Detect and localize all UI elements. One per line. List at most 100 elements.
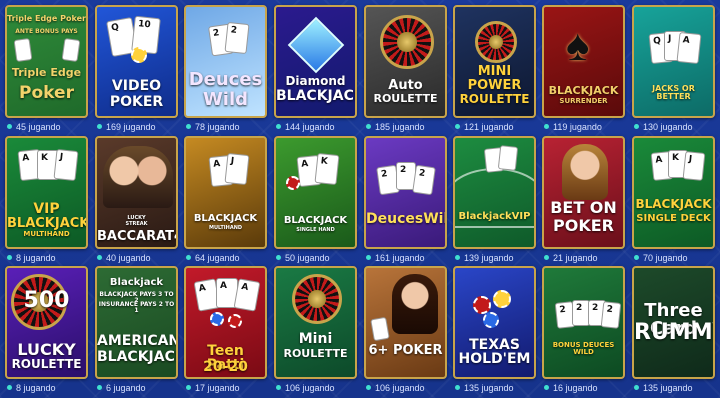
game-title-text: BLACKJACK	[283, 215, 348, 226]
game-thumbnail[interactable]: Q J A JACKS OR BETTER	[632, 5, 715, 118]
game-title-text: 6+ POKER	[368, 343, 443, 358]
player-count: 6 jugando	[95, 382, 178, 393]
online-dot-icon	[97, 124, 102, 129]
game-tile[interactable]: Q 10 VIDEO POKER 169 jugando	[95, 5, 178, 132]
game-tile[interactable]: Diamond BLACKJACK 144 jugando	[274, 5, 357, 132]
game-tile[interactable]: A K BLACKJACK SINGLE HAND 50 jugando	[274, 136, 357, 263]
playing-card-icon: A	[676, 31, 702, 65]
game-thumbnail[interactable]: Auto ROULETTE	[364, 5, 447, 118]
player-count-label: 185 jugando	[375, 121, 425, 132]
playing-card-icon	[370, 316, 390, 342]
game-title-text: POKER	[553, 216, 614, 235]
game-title-text: BLACKJACK	[7, 216, 88, 231]
player-count: 17 jugando	[184, 382, 267, 393]
game-title-text: Triple Edge	[11, 66, 82, 79]
casino-chip-icon	[131, 47, 147, 63]
game-thumbnail[interactable]: 2 2 2 2 BONUS DEUCES WILD	[542, 266, 625, 379]
game-tile[interactable]: A K J BLACKJACK SINGLE DECK 70 jugando	[632, 136, 715, 263]
game-title-text: ROULETTE	[373, 92, 438, 105]
player-count: 119 jugando	[542, 121, 625, 132]
playing-card-icon: 2	[412, 164, 436, 196]
casino-chip-icon	[493, 290, 511, 308]
game-thumbnail[interactable]: Q 10 VIDEO POKER	[95, 5, 178, 118]
casino-chip-icon	[483, 312, 499, 328]
diamond-icon	[287, 16, 345, 74]
player-count: 106 jugando	[274, 382, 357, 393]
player-count-label: 135 jugando	[643, 382, 693, 393]
game-thumbnail[interactable]: MINI POWER ROULETTE	[453, 5, 536, 118]
game-tile[interactable]: 500 LUCKY ROULETTE 8 jugando	[5, 266, 88, 393]
game-thumbnail[interactable]: BlackjackVIP	[453, 136, 536, 249]
roulette-wheel-icon	[380, 15, 434, 69]
game-thumbnail[interactable]: 2 2 Deuces Wild	[184, 5, 267, 118]
game-tile[interactable]: 6+ POKER 106 jugando	[364, 266, 447, 393]
game-tile[interactable]: Triple Edge Poker ANTE BONUS PAYS Triple E…	[5, 5, 88, 132]
game-tile[interactable]: A A A Teen Patti 20-20 17 jugando	[184, 266, 267, 393]
game-tile[interactable]: BET ON POKER 21 jugando	[542, 136, 625, 263]
player-count-label: 130 jugando	[643, 121, 693, 132]
game-thumbnail[interactable]: Blackjack BLACKJACK PAYS 3 TO 2 INSURANCE …	[95, 266, 178, 379]
game-thumbnail[interactable]: 500 LUCKY ROULETTE	[5, 266, 88, 379]
playing-card-icon: K	[314, 152, 340, 186]
player-count: 8 jugando	[5, 252, 88, 263]
game-thumbnail[interactable]: A J BLACKJACK MULTIHAND	[184, 136, 267, 249]
game-title-text: BET ON	[550, 198, 617, 217]
game-title-text: 500	[23, 288, 70, 313]
game-artwork: 222	[366, 138, 445, 247]
game-thumbnail[interactable]: A K BLACKJACK SINGLE HAND	[274, 136, 357, 249]
casino-chip-icon	[228, 314, 242, 328]
game-thumbnail[interactable]: BET ON POKER	[542, 136, 625, 249]
game-thumbnail[interactable]: A A A Teen Patti 20-20	[184, 266, 267, 379]
game-thumbnail[interactable]: A K J VIP BLACKJACK MULTIHAND	[5, 136, 88, 249]
game-title-text: SINGLE DECK	[636, 213, 711, 224]
game-tile[interactable]: MINI POWER ROULETTE 121 jugando	[453, 5, 536, 132]
game-thumbnail[interactable]: 6+ POKER	[364, 266, 447, 379]
game-tile[interactable]: BlackjackVIP 139 jugando	[453, 136, 536, 263]
player-count-label: 119 jugando	[553, 121, 602, 132]
game-tile[interactable]: Mini ROULETTE 106 jugando	[274, 266, 357, 393]
game-artwork: AKJ	[634, 138, 713, 247]
game-tile[interactable]: Blackjack BLACKJACK PAYS 3 TO 2 INSURANCE …	[95, 266, 178, 393]
game-thumbnail[interactable]: TEXAS HOLD'EM	[453, 266, 536, 379]
game-thumbnail[interactable]: LUCKY STREAK BACCARAT4	[95, 136, 178, 249]
game-tile[interactable]: Auto ROULETTE 185 jugando	[364, 5, 447, 132]
game-title-text: INSURANCE PAYS 2 TO 1	[98, 301, 175, 314]
game-tile[interactable]: A K J VIP BLACKJACK MULTIHAND 8 jugando	[5, 136, 88, 263]
game-title-text: MULTIHAND	[208, 225, 243, 231]
player-count-label: 169 jugando	[106, 121, 156, 132]
roulette-wheel-icon	[475, 21, 517, 63]
player-count-label: 106 jugando	[375, 382, 425, 393]
game-tile[interactable]: 2 2 2 2 BONUS DEUCES WILD 16 jugando	[542, 266, 625, 393]
game-tile[interactable]: Three CardRUMMY 135 jugando	[632, 266, 715, 393]
game-title-text: TEXAS	[469, 337, 520, 353]
playing-card-icon: J	[224, 152, 250, 186]
game-tile[interactable]: LUCKY STREAK BACCARAT4 40 jugando	[95, 136, 178, 263]
game-title-text: Poker	[19, 83, 74, 103]
online-dot-icon	[7, 124, 12, 129]
game-thumbnail[interactable]: ♠ BLACKJACK SURRENDER	[542, 5, 625, 118]
online-dot-icon	[7, 385, 12, 390]
game-thumbnail[interactable]: A K J BLACKJACK SINGLE DECK	[632, 136, 715, 249]
online-dot-icon	[186, 124, 191, 129]
game-thumbnail[interactable]: Mini ROULETTE	[274, 266, 357, 379]
game-tile[interactable]: 222DeucesWild 161 jugando	[364, 136, 447, 263]
online-dot-icon	[634, 385, 639, 390]
player-count-label: 17 jugando	[195, 382, 240, 393]
game-tile[interactable]: ♠ BLACKJACK SURRENDER 119 jugando	[542, 5, 625, 132]
playing-card-icon: 2	[600, 301, 622, 329]
game-tile[interactable]: TEXAS HOLD'EM 135 jugando	[453, 266, 536, 393]
game-tile[interactable]: 2 2 Deuces Wild 78 jugando	[184, 5, 267, 132]
game-thumbnail[interactable]: 222DeucesWild	[364, 136, 447, 249]
game-grid: Triple Edge Poker ANTE BONUS PAYS Triple E…	[0, 0, 720, 398]
player-count: 8 jugando	[5, 382, 88, 393]
game-thumbnail[interactable]: Triple Edge Poker ANTE BONUS PAYS Triple E…	[5, 5, 88, 118]
game-title-text: JACKS OR BETTER	[652, 84, 695, 101]
game-tile[interactable]: A J BLACKJACK MULTIHAND 64 jugando	[184, 136, 267, 263]
game-title-text: VIP	[33, 201, 60, 217]
game-tile[interactable]: Q J A JACKS OR BETTER 130 jugando	[632, 5, 715, 132]
game-title-text: BLACKJACK	[193, 213, 258, 224]
player-count-label: 45 jugando	[16, 121, 61, 132]
game-thumbnail[interactable]: Diamond BLACKJACK	[274, 5, 357, 118]
player-count: 169 jugando	[95, 121, 178, 132]
game-thumbnail[interactable]: Three CardRUMMY	[632, 266, 715, 379]
